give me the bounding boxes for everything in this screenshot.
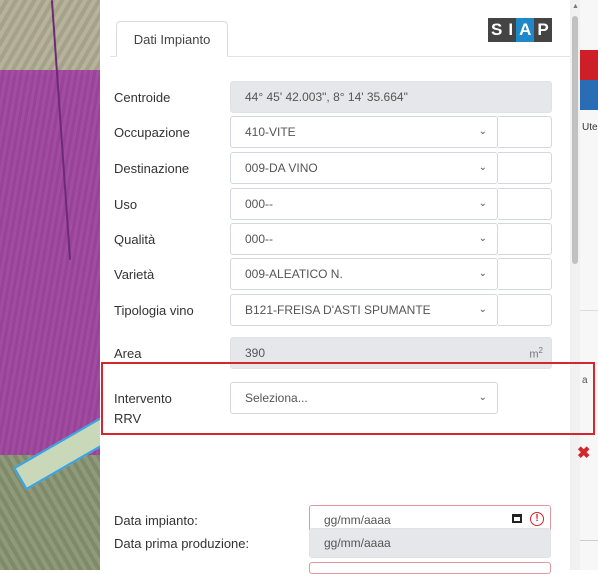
side-band-red (580, 50, 598, 80)
destinazione-select[interactable]: 009-DA VINO ⌄ (230, 152, 498, 184)
map-parcel-highlight[interactable] (0, 70, 110, 470)
chevron-down-icon: ⌄ (478, 198, 487, 209)
uso-addon (498, 188, 552, 220)
scroll-up-arrow-icon[interactable]: ▲ (572, 3, 579, 10)
occupazione-addon (498, 116, 552, 148)
field-row-destinazione: Destinazione (114, 152, 230, 184)
field-row-varieta: Varietà (114, 258, 230, 290)
field-row-centroide: Centroide (114, 81, 230, 113)
chevron-down-icon: ⌄ (478, 268, 487, 279)
chevron-down-icon: ⌄ (478, 233, 487, 244)
side-text: Ute (582, 122, 598, 133)
side-band-blue (580, 80, 598, 110)
calendar-icon[interactable] (512, 514, 522, 523)
field-label: Occupazione (114, 124, 190, 140)
siap-logo: SIAP (488, 18, 552, 42)
tab-dati-impianto[interactable]: Dati Impianto (116, 21, 228, 57)
field-label: Varietà (114, 266, 155, 282)
qualita-addon (498, 223, 552, 255)
field-label: Centroide (114, 89, 171, 105)
scrollbar-thumb[interactable] (572, 16, 578, 264)
field-label: Uso (114, 196, 138, 212)
varieta-select[interactable]: 009-ALEATICO N. ⌄ (230, 258, 498, 290)
field-label: Qualità (114, 231, 156, 247)
centroide-field: 44° 45' 42.003", 8° 14' 35.664" (230, 81, 552, 113)
next-date-input[interactable] (309, 562, 551, 574)
field-label: Area (114, 345, 142, 361)
highlight-box (101, 362, 595, 435)
qualita-select[interactable]: 000-- ⌄ (230, 223, 498, 255)
destinazione-addon (498, 152, 552, 184)
side-box (580, 540, 598, 571)
field-label: Destinazione (114, 160, 190, 176)
varieta-addon (498, 258, 552, 290)
data-prima-produzione-label: Data prima produzione: (114, 535, 250, 551)
tipologia-vino-select[interactable]: B121-FREISA D'ASTI SPUMANTE ⌄ (230, 294, 498, 326)
alert-circle-icon: ! (530, 512, 544, 526)
side-strip: Ute a (580, 0, 598, 570)
tipologia-vino-addon (498, 294, 552, 326)
field-label: Tipologia vino (114, 302, 194, 318)
area-unit: m2 (529, 346, 543, 361)
field-row-qualita: Qualità (114, 223, 230, 255)
close-icon[interactable]: ✖ (577, 443, 590, 463)
field-row-occupazione: Occupazione (114, 116, 230, 148)
uso-select[interactable]: 000-- ⌄ (230, 188, 498, 220)
field-row-uso: Uso (114, 188, 230, 220)
chevron-down-icon: ⌄ (478, 162, 487, 173)
occupazione-select[interactable]: 410-VITE ⌄ (230, 116, 498, 148)
chevron-down-icon: ⌄ (478, 304, 487, 315)
dati-impianto-panel: Dati Impianto SIAP Centroide 44° 45' 42.… (100, 0, 590, 570)
map-view[interactable] (0, 0, 110, 570)
data-prima-produzione-input: gg/mm/aaaa (309, 528, 551, 558)
chevron-down-icon: ⌄ (478, 126, 487, 137)
field-row-tipologia-vino: Tipologia vino (114, 294, 230, 326)
divider (580, 310, 598, 311)
